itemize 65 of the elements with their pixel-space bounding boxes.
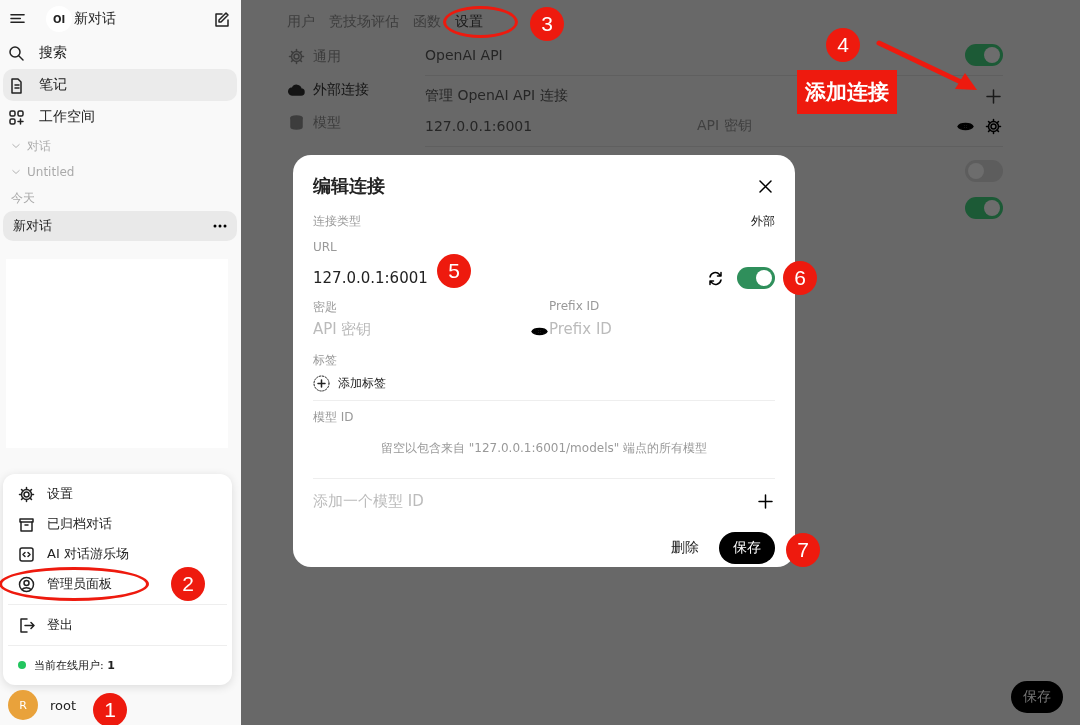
plus-icon[interactable]	[757, 492, 774, 510]
add-connection-button[interactable]	[983, 86, 1003, 106]
field-label: 模型 ID	[313, 409, 355, 426]
close-icon[interactable]	[757, 177, 774, 195]
setting-label: OpenAI API	[425, 47, 504, 63]
field-label: 连接类型	[313, 212, 361, 230]
connection-type-value[interactable]: 外部	[751, 212, 775, 230]
menu-item[interactable]: 登出	[8, 610, 83, 640]
field-label: 标签	[313, 352, 338, 369]
step-number-badge: 4	[826, 28, 860, 62]
section-title: 管理 OpenAI API 连接	[425, 87, 568, 105]
callout-label: 添加连接	[797, 70, 897, 114]
field-label: 密匙	[313, 299, 338, 316]
field-label: Prefix ID	[549, 299, 601, 315]
sidebar-item[interactable]: 工作空间	[3, 101, 237, 133]
logout-icon	[18, 616, 35, 634]
step-number-badge: 6	[783, 261, 817, 295]
url-field[interactable]: 127.0.0.1:6001	[313, 269, 433, 287]
toggle-switch[interactable]	[965, 196, 1003, 219]
connection-url: 127.0.0.1:6001	[425, 118, 534, 134]
settings-icon	[18, 485, 35, 503]
document-icon	[8, 76, 25, 94]
menu-item[interactable]: AI 对话游乐场	[8, 539, 139, 569]
online-users-text: 当前在线用户: 1	[34, 657, 115, 673]
step-number-badge: 3	[530, 7, 564, 41]
sidebar-item[interactable]: 搜索	[3, 37, 237, 69]
step-number-badge: 2	[171, 567, 205, 601]
menu-item[interactable]: 管理员面板	[8, 569, 122, 599]
section-label: 今天	[10, 189, 36, 207]
user-name: root	[50, 697, 77, 713]
code-icon	[18, 545, 35, 563]
new-chat-icon	[213, 10, 230, 28]
sidebar-item[interactable]: 笔记	[3, 69, 237, 101]
menu-item[interactable]: 设置	[8, 479, 83, 509]
chevron-icon	[11, 167, 21, 177]
toggle-switch[interactable]	[737, 267, 775, 289]
user-circle-icon	[18, 575, 35, 593]
refresh-icon[interactable]	[707, 269, 724, 287]
toggle-switch[interactable]	[965, 44, 1003, 66]
app-title: 新对话	[74, 10, 117, 28]
save-button[interactable]: 保存	[719, 532, 775, 564]
logo: OI	[46, 6, 72, 32]
archive-box-icon	[18, 515, 35, 533]
prefix-id-field[interactable]: Prefix ID	[549, 318, 749, 340]
delete-button[interactable]: 删除	[671, 539, 699, 557]
more-icon[interactable]	[213, 224, 227, 228]
menu-item[interactable]: 已归档对话	[8, 509, 122, 539]
plus-circle-icon	[313, 375, 330, 392]
step-number-badge: 1	[93, 693, 127, 725]
search-icon	[8, 44, 25, 62]
step-number-badge: 7	[786, 533, 820, 567]
dialog-title: 编辑连接	[313, 174, 385, 198]
settings-icon	[288, 48, 305, 65]
plus-icon	[985, 88, 1002, 105]
chevron-icon	[11, 141, 21, 151]
field-label: URL	[313, 240, 337, 254]
save-button[interactable]: 保存	[1011, 681, 1063, 713]
step-number-badge: 5	[437, 254, 471, 288]
hint-text: 留空以包含来自 "127.0.0.1:6001/models" 端点的所有模型	[379, 440, 709, 457]
chat-item[interactable]: 新对话	[3, 211, 237, 241]
add-tag-button[interactable]: 添加标签	[313, 375, 386, 392]
grid-icon	[8, 108, 25, 126]
database-icon	[288, 114, 305, 131]
api-key-field[interactable]: API 密钥	[313, 318, 513, 340]
settings-icon[interactable]	[985, 117, 1002, 135]
